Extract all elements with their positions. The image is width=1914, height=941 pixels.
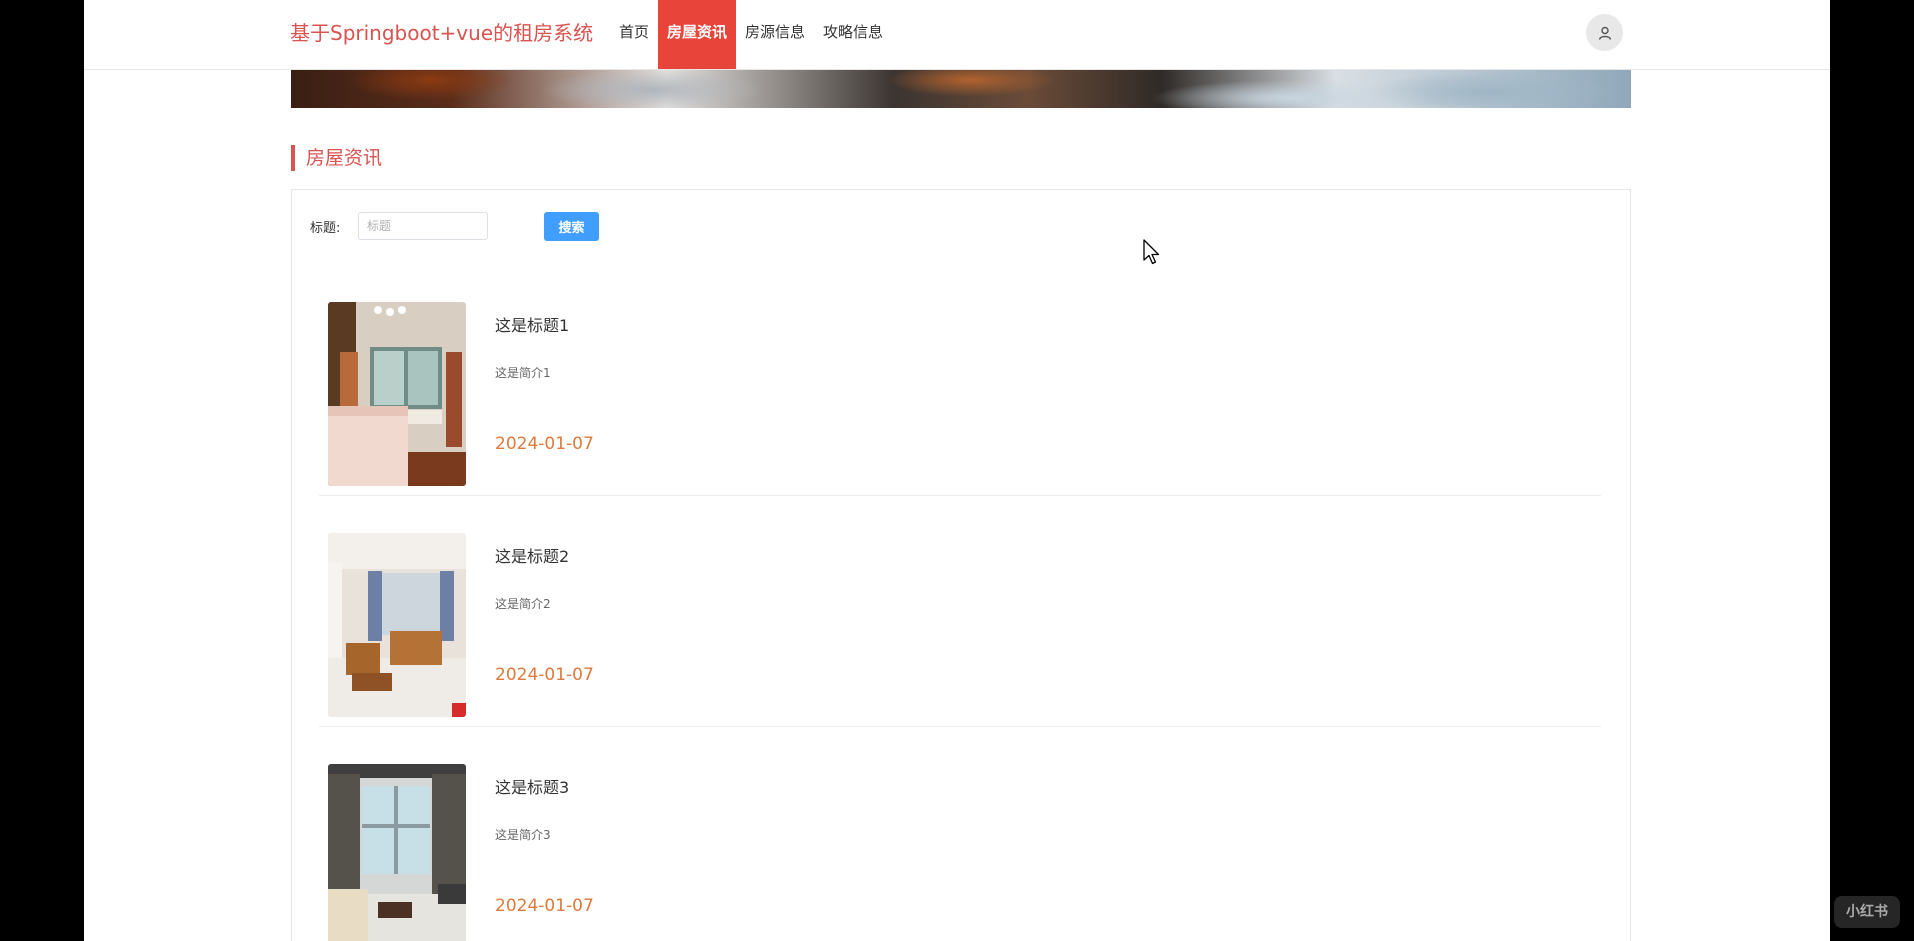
nav-item-listings[interactable]: 房源信息 — [736, 0, 814, 69]
news-thumbnail[interactable] — [328, 533, 466, 717]
news-date: 2024-01-07 — [495, 434, 594, 454]
user-icon — [1598, 26, 1611, 40]
banner-image — [291, 70, 1631, 108]
page: 基于Springboot+vue的租房系统 首页 房屋资讯 房源信息 攻略信息 … — [84, 0, 1830, 941]
news-title[interactable]: 这是标题3 — [495, 774, 569, 798]
news-thumbnail[interactable] — [328, 302, 466, 486]
main-nav: 首页 房屋资讯 房源信息 攻略信息 — [610, 0, 892, 69]
list-item[interactable]: 这是标题3 这是简介3 2024-01-07 — [319, 727, 1601, 941]
news-intro: 这是简介3 — [495, 828, 551, 842]
nav-item-guides[interactable]: 攻略信息 — [814, 0, 892, 69]
nav-item-house-news[interactable]: 房屋资讯 — [658, 0, 737, 69]
site-brand[interactable]: 基于Springboot+vue的租房系统 — [290, 17, 593, 46]
news-date: 2024-01-07 — [495, 665, 594, 685]
news-date: 2024-01-07 — [495, 896, 594, 916]
search-panel: 标题: 搜索 — [291, 189, 1631, 267]
search-label: 标题: — [310, 221, 341, 236]
news-intro: 这是简介1 — [495, 366, 551, 380]
mouse-cursor-icon — [1143, 239, 1161, 269]
news-list: 这是标题1 这是简介1 2024-01-07 这是标题2 这是简介2 2024-… — [291, 265, 1631, 941]
news-intro: 这是简介2 — [495, 597, 551, 611]
list-item[interactable]: 这是标题1 这是简介1 2024-01-07 — [319, 265, 1601, 496]
section-title: 房屋资讯 — [291, 145, 382, 171]
watermark-logo: 小红书 — [1834, 896, 1900, 928]
nav-item-home[interactable]: 首页 — [610, 0, 658, 69]
news-thumbnail[interactable] — [328, 764, 466, 941]
top-header: 基于Springboot+vue的租房系统 首页 房屋资讯 房源信息 攻略信息 — [84, 0, 1830, 70]
news-title[interactable]: 这是标题2 — [495, 543, 569, 567]
list-item[interactable]: 这是标题2 这是简介2 2024-01-07 — [319, 496, 1601, 727]
search-button[interactable]: 搜索 — [544, 212, 599, 241]
news-title[interactable]: 这是标题1 — [495, 312, 569, 336]
title-search-input[interactable] — [358, 212, 488, 240]
user-avatar-button[interactable] — [1586, 14, 1623, 51]
